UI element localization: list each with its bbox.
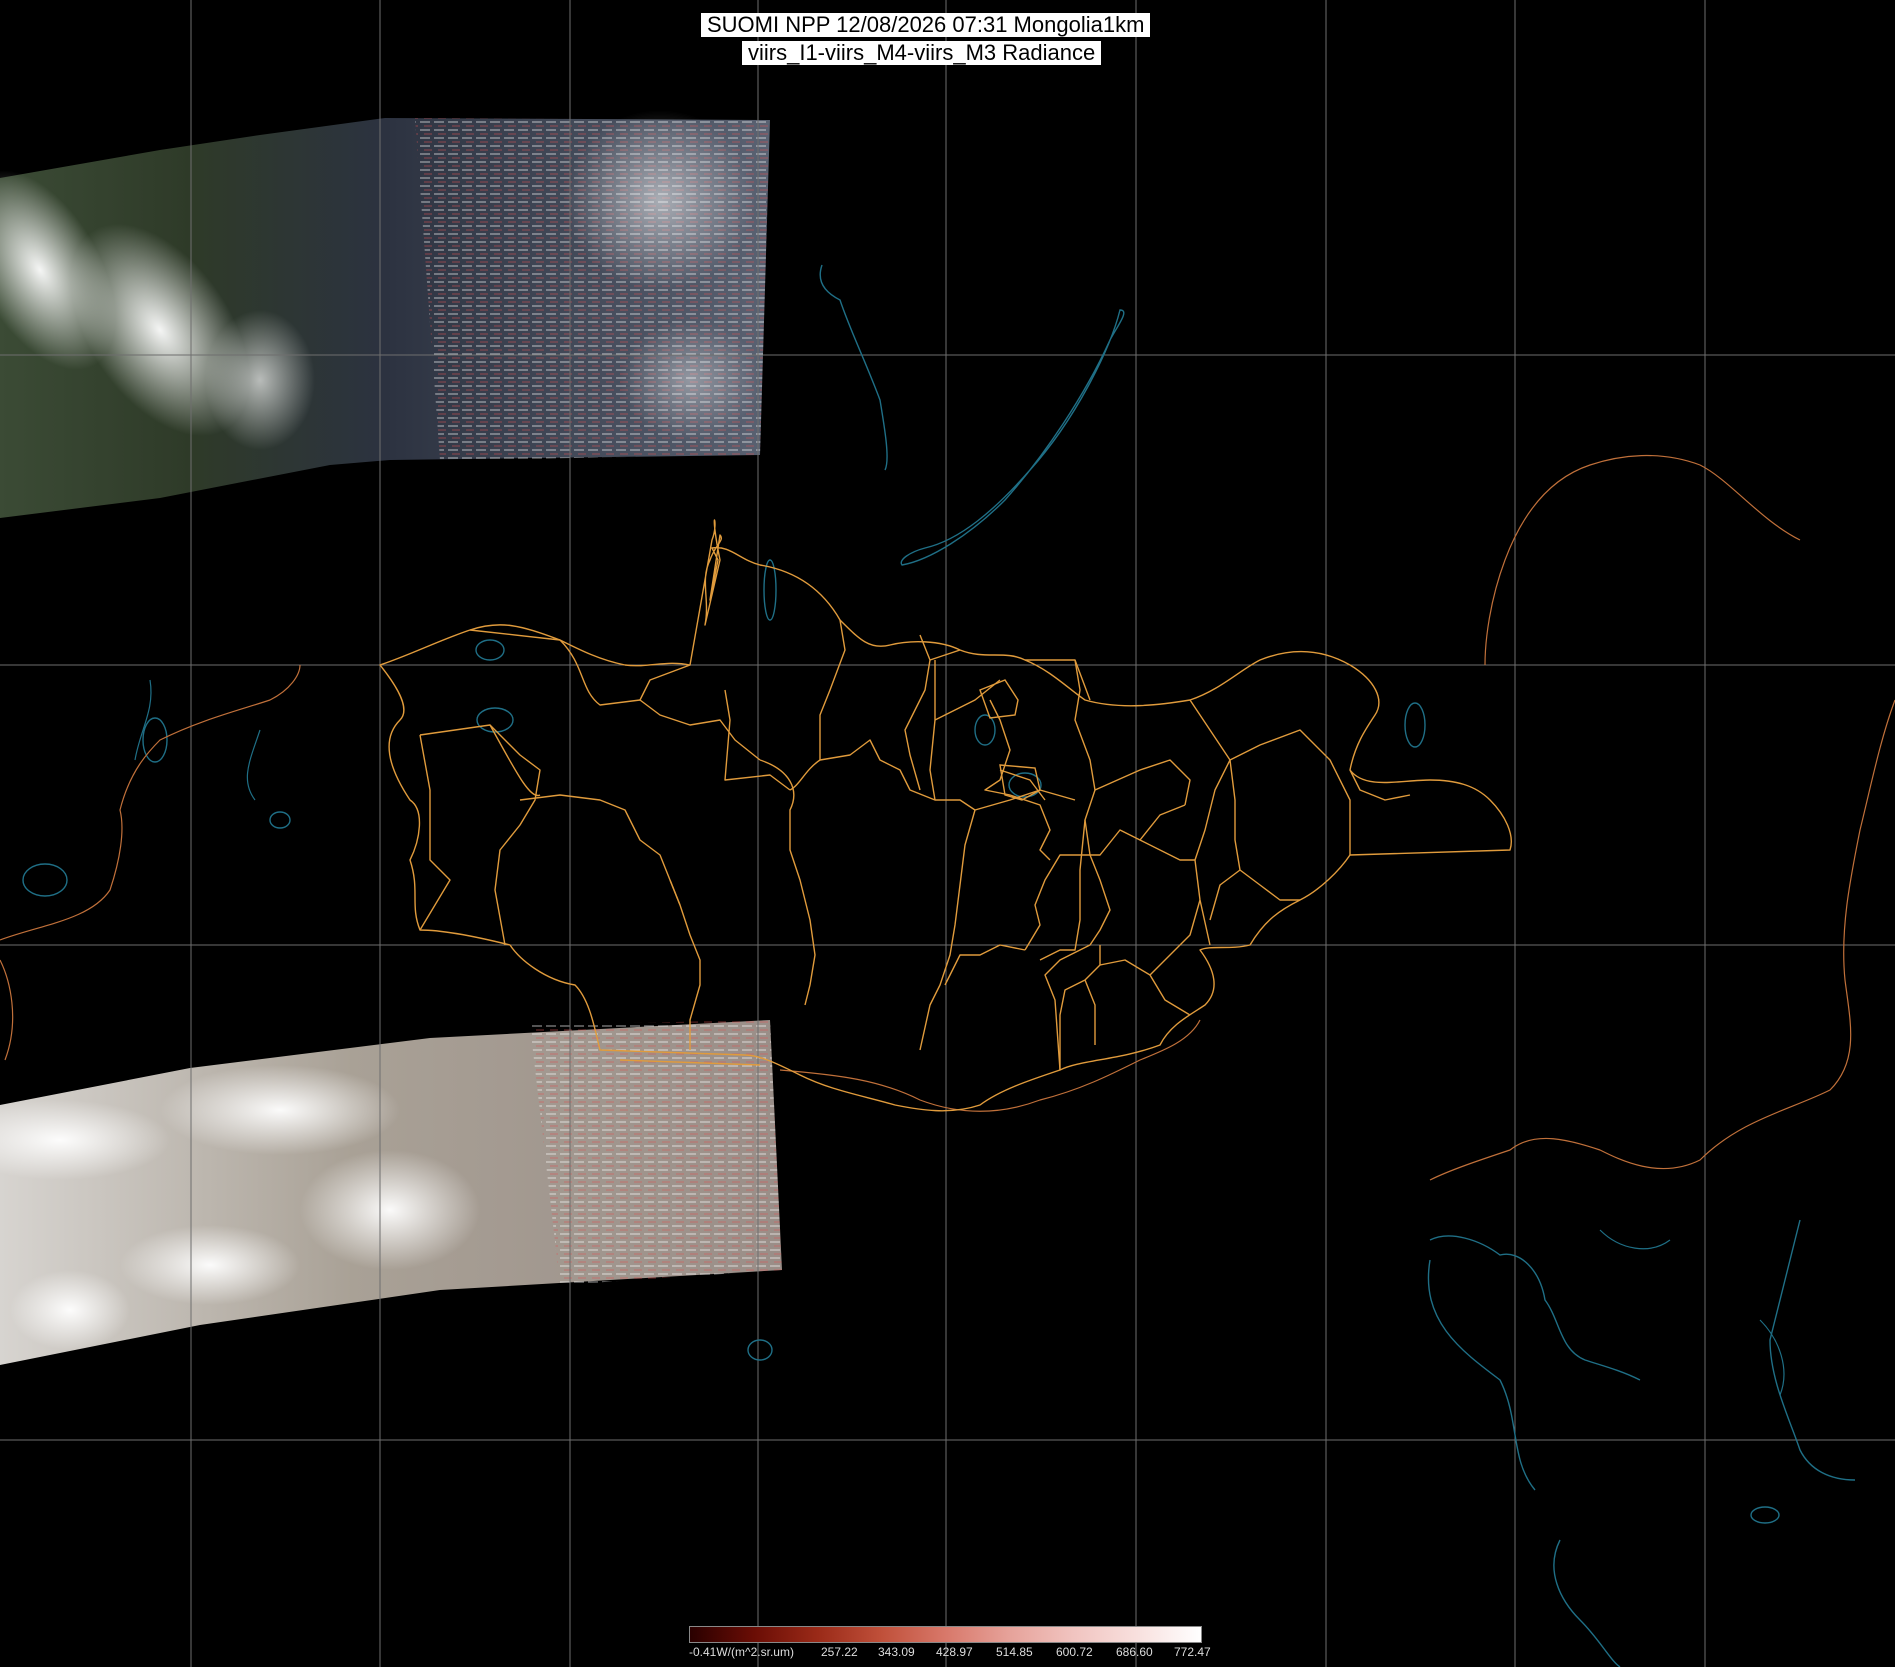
colorbar-unit-label: -0.41W/(m^2.sr.um) bbox=[689, 1645, 794, 1659]
colorbar-tick-label: 257.22 bbox=[821, 1645, 858, 1659]
colorbar-tick-label: 514.85 bbox=[996, 1645, 1033, 1659]
colorbar-tick-label: 428.97 bbox=[936, 1645, 973, 1659]
north-swath bbox=[0, 110, 770, 518]
colorbar-tick-label: 343.09 bbox=[878, 1645, 915, 1659]
colorbar-tick-label: 600.72 bbox=[1056, 1645, 1093, 1659]
satellite-map bbox=[0, 0, 1895, 1667]
colorbar-labels: -0.41W/(m^2.sr.um) 257.22 343.09 428.97 … bbox=[686, 1645, 1211, 1661]
map-title-line2: viirs_I1-viirs_M4-viirs_M3 Radiance bbox=[742, 41, 1102, 65]
radiance-colorbar bbox=[689, 1626, 1202, 1643]
colorbar-tick-label: 772.47 bbox=[1174, 1645, 1211, 1659]
map-title-line1: SUOMI NPP 12/08/2026 07:31 Mongolia1km bbox=[701, 13, 1151, 37]
colorbar-tick-label: 686.60 bbox=[1116, 1645, 1153, 1659]
coastlines bbox=[22, 264, 1856, 1667]
south-swath bbox=[0, 1020, 782, 1365]
